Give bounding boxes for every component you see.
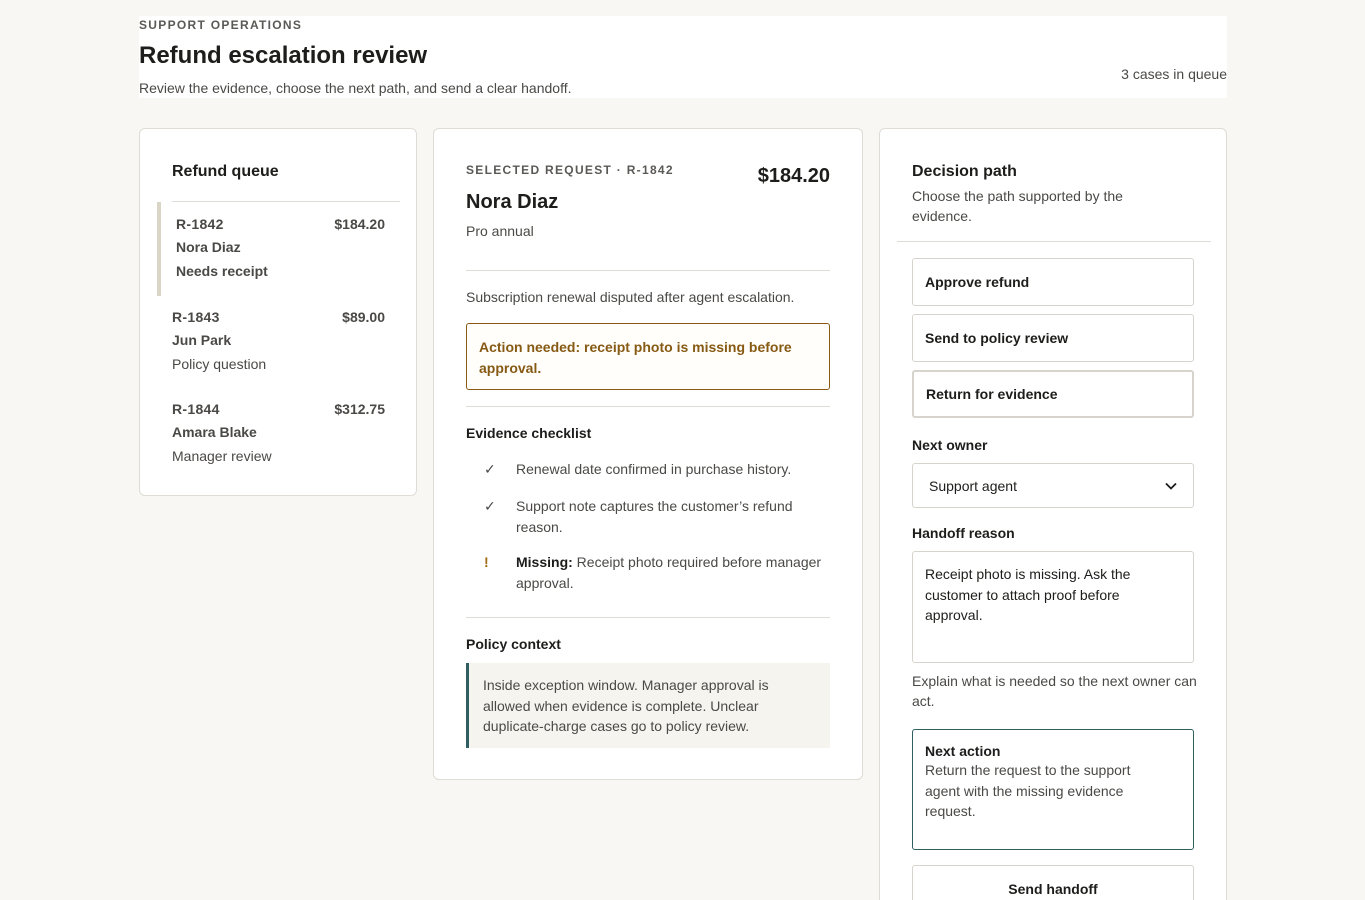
- queue-item-r-1842[interactable]: R-1842 $184.20 Nora Diaz Needs receipt: [157, 202, 385, 296]
- detail-divider: [466, 270, 830, 271]
- page-header: SUPPORT OPERATIONS Refund escalation rev…: [139, 16, 1227, 98]
- detail-divider: [466, 617, 830, 618]
- next-owner-value: Support agent: [929, 477, 1017, 494]
- selected-request-amount: $184.20: [757, 165, 830, 187]
- approve-refund-button[interactable]: Approve refund: [912, 258, 1194, 306]
- checklist-item-text: Missing: Receipt photo required before m…: [516, 552, 826, 593]
- selected-request-label: SELECTED REQUEST · R-1842: [466, 163, 674, 177]
- customer-plan: Pro annual: [466, 223, 534, 239]
- refund-queue-panel: Refund queue R-1842 $184.20 Nora Diaz Ne…: [139, 128, 417, 496]
- request-detail-panel: SELECTED REQUEST · R-1842 $184.20 Nora D…: [433, 128, 863, 780]
- queue-item-id: R-1842: [176, 216, 224, 232]
- section-eyebrow: SUPPORT OPERATIONS: [139, 18, 303, 32]
- customer-name: Nora Diaz: [466, 191, 559, 213]
- checklist-item-text: Renewal date confirmed in purchase histo…: [516, 461, 792, 477]
- queue-item-name: Jun Park: [172, 332, 232, 348]
- decision-divider: [897, 241, 1211, 242]
- next-action-title: Next action: [925, 743, 1001, 759]
- handoff-hint: Explain what is needed so the next owner…: [912, 673, 1197, 709]
- return-for-evidence-button[interactable]: Return for evidence: [912, 370, 1194, 418]
- queue-item-id: R-1843: [172, 309, 220, 325]
- chevron-down-icon: [1165, 479, 1177, 493]
- queue-item-name: Nora Diaz: [176, 239, 241, 255]
- checklist-item-text: Support note captures the customer’s ref…: [516, 498, 793, 535]
- next-action-text: Return the request to the support agent …: [925, 762, 1131, 819]
- queue-item-status: Policy question: [172, 356, 267, 372]
- queue-item-r-1843[interactable]: R-1843 $89.00 Jun Park Policy question: [157, 295, 385, 389]
- queue-item-amount: $184.20: [334, 216, 385, 232]
- queue-item-id: R-1844: [172, 401, 220, 417]
- queue-item-amount: $89.00: [342, 309, 385, 325]
- check-icon: ✓: [484, 498, 496, 514]
- decision-title: Decision path: [912, 163, 1017, 180]
- missing-label: Missing:: [516, 554, 573, 570]
- queue-title: Refund queue: [172, 163, 279, 180]
- handoff-reason-label: Handoff reason: [912, 525, 1015, 541]
- warning-icon: !: [484, 554, 489, 570]
- page-subtitle: Review the evidence, choose the next pat…: [139, 80, 572, 96]
- next-owner-label: Next owner: [912, 437, 988, 453]
- queue-item-amount: $312.75: [334, 401, 385, 417]
- check-icon: ✓: [484, 461, 496, 477]
- decision-subtitle: Choose the path supported by the evidenc…: [912, 188, 1123, 224]
- request-summary: Subscription renewal disputed after agen…: [466, 289, 795, 305]
- evidence-checklist-title: Evidence checklist: [466, 425, 592, 441]
- queue-count: 3 cases in queue: [1121, 66, 1227, 82]
- next-action-box: Next action Return the request to the su…: [912, 729, 1194, 850]
- detail-divider: [466, 406, 830, 407]
- page-title: Refund escalation review: [139, 42, 428, 69]
- queue-item-name: Amara Blake: [172, 424, 257, 440]
- policy-context-box: Inside exception window. Manager approva…: [466, 663, 830, 748]
- queue-item-status: Manager review: [172, 448, 272, 464]
- next-owner-select[interactable]: Support agent: [912, 463, 1194, 508]
- decision-panel: Decision path Choose the path supported …: [879, 128, 1227, 900]
- queue-item-status: Needs receipt: [176, 263, 268, 279]
- send-handoff-button[interactable]: Send handoff: [912, 865, 1194, 900]
- queue-item-r-1844[interactable]: R-1844 $312.75 Amara Blake Manager revie…: [157, 387, 385, 481]
- send-to-policy-review-button[interactable]: Send to policy review: [912, 314, 1194, 362]
- policy-context-title: Policy context: [466, 636, 561, 652]
- action-needed-alert: Action needed: receipt photo is missing …: [466, 323, 830, 390]
- handoff-reason-textarea[interactable]: Receipt photo is missing. Ask the custom…: [912, 551, 1194, 663]
